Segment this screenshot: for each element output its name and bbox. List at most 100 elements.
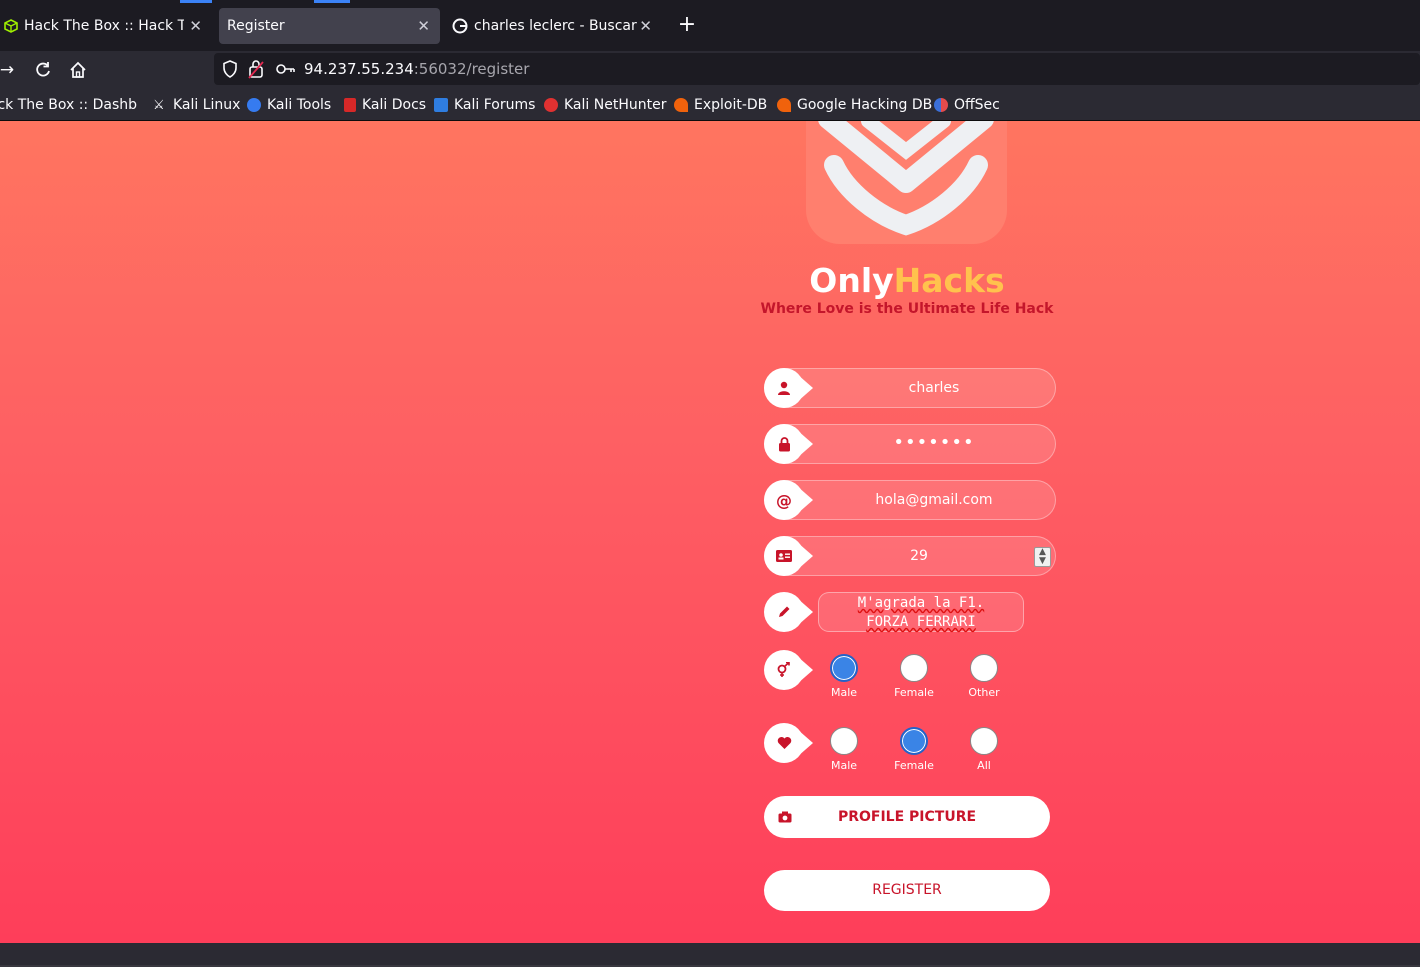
bookmark-google-hacking-db[interactable]: Google Hacking DB bbox=[777, 95, 932, 115]
tab-hackthebox[interactable]: Hack The Box :: Hack The Box ✕ bbox=[0, 8, 212, 44]
interest-badge bbox=[764, 723, 813, 763]
interest-row: Male Female All bbox=[764, 723, 1056, 779]
bio-line: FORZA FERRARI bbox=[819, 613, 1023, 632]
bookmark-label: Kali Docs bbox=[362, 97, 427, 113]
radio-label: Female bbox=[894, 686, 934, 699]
ghdb-icon bbox=[777, 98, 791, 112]
gender-option-other[interactable]: Other bbox=[954, 654, 1014, 699]
radio-label: Male bbox=[830, 759, 858, 772]
bookmarks-toolbar: Hack The Box :: Dashb… ⚔ Kali Linux Kali… bbox=[0, 88, 1420, 121]
gender-option-female[interactable]: Female bbox=[884, 654, 944, 699]
email-row: hola@gmail.com @ bbox=[764, 480, 1056, 520]
kali-forums-icon bbox=[434, 98, 448, 112]
radio-label: Other bbox=[968, 686, 1000, 699]
radio-label: Male bbox=[830, 686, 858, 699]
at-sign-icon: @ bbox=[776, 490, 792, 510]
address-bar[interactable]: 94.237.55.234:56032/register bbox=[214, 53, 1420, 85]
brand-name-white: Only bbox=[809, 261, 894, 300]
key-icon[interactable] bbox=[276, 61, 296, 77]
interest-option-male[interactable]: Male bbox=[814, 727, 874, 772]
password-value: ••••••• bbox=[893, 432, 975, 453]
gender-badge bbox=[764, 650, 813, 690]
bookmark-hackthebox[interactable]: Hack The Box :: Dashb… bbox=[0, 95, 137, 115]
bio-line: M'agrada la F1. bbox=[819, 594, 1023, 613]
brand-name: OnlyHacks bbox=[764, 261, 1050, 300]
age-badge bbox=[764, 536, 813, 576]
bookmark-label: Kali Linux bbox=[173, 97, 241, 113]
radio-button[interactable] bbox=[970, 727, 998, 755]
browser-nav-bar: → 94.237.55.234:56032/register bbox=[0, 51, 1420, 88]
profile-picture-button[interactable]: PROFILE PICTURE bbox=[764, 796, 1050, 838]
interest-option-all[interactable]: All bbox=[954, 727, 1014, 772]
forward-icon[interactable]: → bbox=[0, 59, 18, 81]
bio-badge bbox=[764, 592, 813, 632]
password-row: ••••••• bbox=[764, 424, 1056, 464]
bookmark-label: Hack The Box :: Dashb… bbox=[0, 97, 137, 113]
brand-name-yellow: Hacks bbox=[893, 261, 1005, 300]
user-icon bbox=[764, 368, 804, 408]
bio-textarea[interactable]: M'agrada la F1. FORZA FERRARI bbox=[818, 592, 1024, 632]
htb-cube-icon bbox=[4, 19, 18, 33]
bookmark-label: Google Hacking DB bbox=[797, 97, 933, 113]
kali-tools-icon bbox=[247, 98, 261, 112]
bookmark-kali-nethunter[interactable]: Kali NetHunter bbox=[544, 95, 666, 115]
bookmark-kali-forums[interactable]: Kali Forums bbox=[434, 95, 535, 115]
register-label: REGISTER bbox=[872, 882, 942, 898]
age-stepper[interactable]: ▲ ▼ bbox=[1034, 547, 1051, 567]
register-page: OnlyHacks Where Love is the Ultimate Lif… bbox=[0, 121, 1420, 943]
bio-text: FORZA FERRARI bbox=[866, 614, 976, 630]
bio-row: M'agrada la F1. FORZA FERRARI bbox=[764, 592, 1056, 634]
heart-icon bbox=[764, 723, 804, 763]
radio-button[interactable] bbox=[900, 727, 928, 755]
email-badge: @ bbox=[764, 480, 813, 520]
bookmark-exploit-db[interactable]: Exploit-DB bbox=[674, 95, 767, 115]
gender-option-male[interactable]: Male bbox=[814, 654, 874, 699]
tab-indicator bbox=[314, 0, 350, 3]
insecure-lock-icon[interactable] bbox=[248, 59, 266, 79]
radio-button[interactable] bbox=[970, 654, 998, 682]
tagline: Where Love is the Ultimate Life Hack bbox=[760, 301, 1054, 317]
browser-tab-bar: Hack The Box :: Hack The Box ✕ Register … bbox=[0, 0, 1420, 51]
email-value: hola@gmail.com bbox=[875, 492, 993, 508]
close-icon[interactable]: ✕ bbox=[189, 17, 202, 35]
new-tab-button[interactable]: + bbox=[676, 14, 698, 38]
chevrons-logo-icon bbox=[818, 121, 994, 236]
status-bar bbox=[0, 943, 1420, 967]
username-row: charles bbox=[764, 368, 1056, 408]
gender-symbol-icon bbox=[764, 650, 804, 690]
bookmark-kali-docs[interactable]: Kali Docs bbox=[344, 95, 426, 115]
url-path: :56032/register bbox=[413, 60, 530, 78]
close-icon[interactable]: ✕ bbox=[639, 17, 652, 35]
bookmark-label: Exploit-DB bbox=[694, 97, 768, 113]
id-card-icon bbox=[764, 536, 804, 576]
bookmark-label: Kali Forums bbox=[454, 97, 536, 113]
interest-option-female[interactable]: Female bbox=[884, 727, 944, 772]
bookmark-kali-linux[interactable]: ⚔ Kali Linux bbox=[153, 95, 240, 115]
home-icon[interactable] bbox=[67, 59, 89, 81]
radio-label: All bbox=[977, 759, 991, 772]
app-logo bbox=[806, 121, 1007, 244]
tab-google-search[interactable]: charles leclerc - Buscar con Google ✕ bbox=[446, 8, 662, 44]
tab-register[interactable]: Register ✕ bbox=[219, 8, 440, 44]
camera-icon bbox=[778, 796, 792, 838]
radio-label: Female bbox=[894, 759, 934, 772]
exploitdb-icon bbox=[674, 98, 688, 112]
shield-icon[interactable] bbox=[222, 60, 240, 78]
url-text: 94.237.55.234:56032/register bbox=[304, 60, 529, 78]
bookmark-offsec[interactable]: OffSec bbox=[934, 95, 1000, 115]
username-badge bbox=[764, 368, 813, 408]
bookmark-kali-tools[interactable]: Kali Tools bbox=[247, 95, 331, 115]
reload-icon[interactable] bbox=[32, 59, 54, 81]
bio-text: M'agrada la F1. bbox=[857, 595, 985, 611]
nethunter-icon bbox=[544, 98, 558, 112]
radio-button[interactable] bbox=[900, 654, 928, 682]
close-icon[interactable]: ✕ bbox=[417, 17, 430, 35]
radio-button[interactable] bbox=[830, 654, 858, 682]
register-button[interactable]: REGISTER bbox=[764, 870, 1050, 911]
bookmark-label: Kali Tools bbox=[267, 97, 332, 113]
username-value: charles bbox=[908, 380, 960, 396]
age-row: 29 ▲ ▼ bbox=[764, 536, 1056, 576]
radio-button[interactable] bbox=[830, 727, 858, 755]
profile-picture-label: PROFILE PICTURE bbox=[837, 809, 977, 825]
kali-dragon-icon: ⚔ bbox=[153, 98, 165, 113]
